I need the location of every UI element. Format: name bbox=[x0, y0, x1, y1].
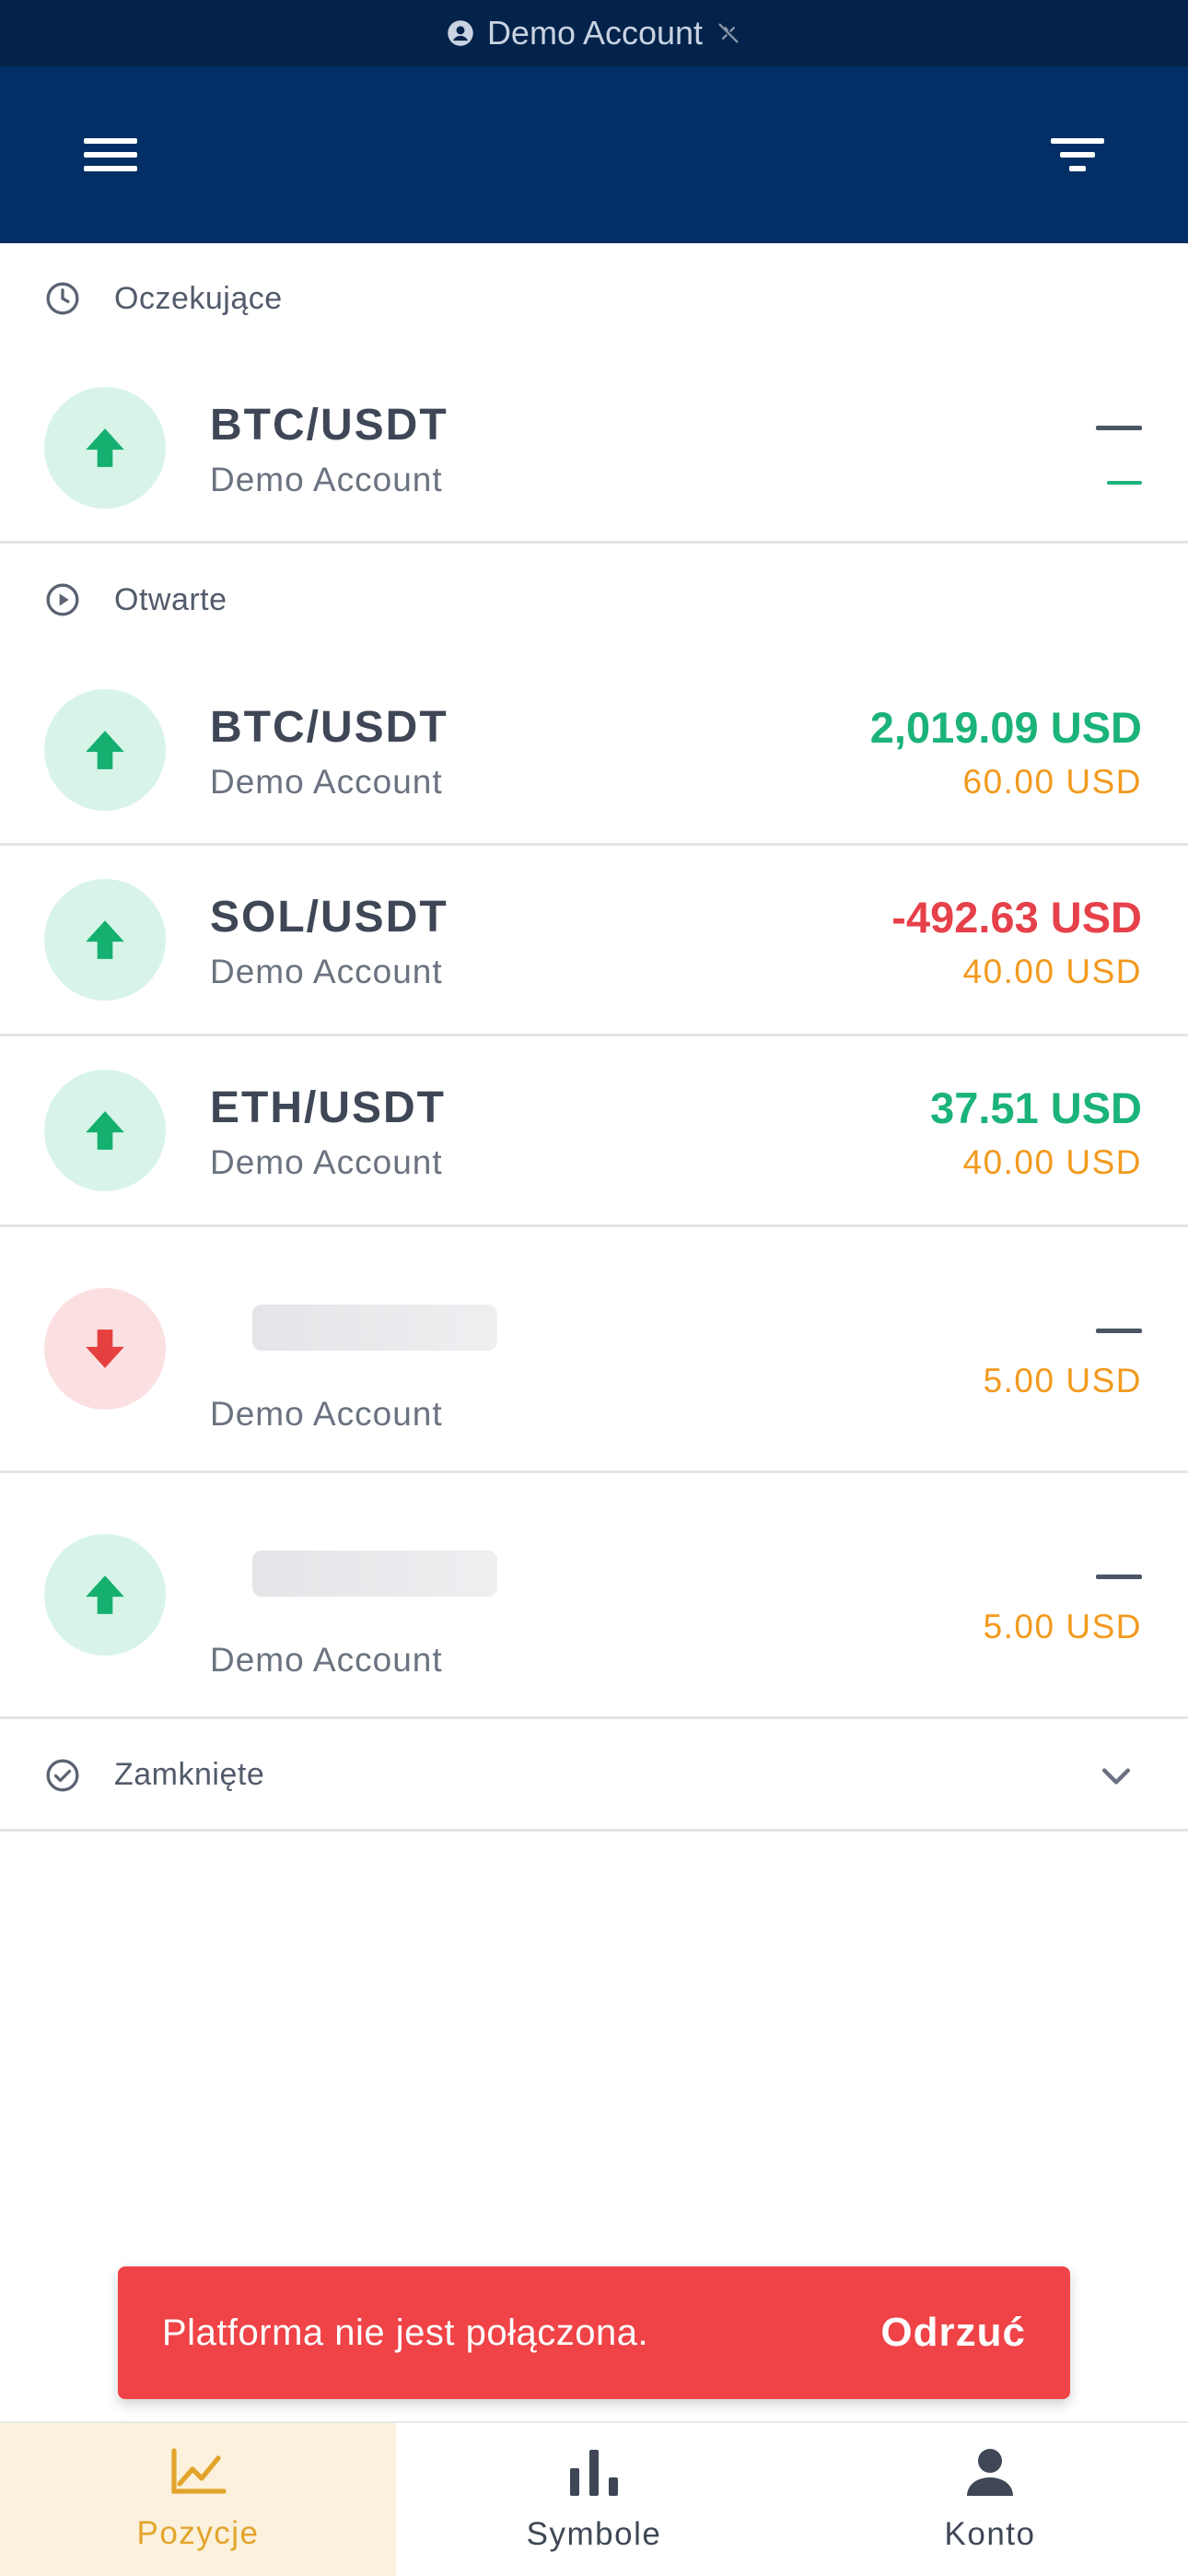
menu-button[interactable] bbox=[74, 122, 147, 188]
section-pending-title: Oczekujące bbox=[114, 280, 283, 316]
person-icon bbox=[967, 2449, 1013, 2496]
toast-message: Platforma nie jest połączona. bbox=[162, 2312, 649, 2353]
symbol-loading-skeleton bbox=[252, 1551, 497, 1597]
bar-chart-icon bbox=[570, 2450, 618, 2496]
pnl-placeholder-dash bbox=[1096, 426, 1142, 430]
position-row[interactable]: BTC/USDT Demo Account bbox=[0, 352, 1188, 544]
section-pending-header: Oczekujące bbox=[0, 245, 1188, 352]
section-closed-title: Zamknięte bbox=[114, 1757, 265, 1792]
position-margin: 60.00 USD bbox=[962, 763, 1142, 801]
position-margin: 5.00 USD bbox=[983, 1362, 1142, 1399]
position-row[interactable]: ETH/USDT Demo Account 37.51 USD 40.00 US… bbox=[0, 1036, 1188, 1227]
position-margin: 40.00 USD bbox=[962, 1143, 1142, 1181]
position-margin: 5.00 USD bbox=[983, 1608, 1142, 1645]
demo-account-status-bar: Demo Account bbox=[0, 0, 1188, 66]
tab-label: Konto bbox=[944, 2516, 1036, 2552]
tab-account[interactable]: Konto bbox=[792, 2423, 1188, 2576]
position-symbol: BTC/USDT bbox=[210, 703, 448, 752]
clock-icon bbox=[46, 282, 79, 315]
hamburger-menu-icon bbox=[84, 138, 137, 171]
app-header bbox=[0, 66, 1188, 243]
section-open-title: Otwarte bbox=[114, 581, 227, 617]
arrow-up-icon bbox=[86, 920, 124, 959]
section-open-header: Otwarte bbox=[0, 546, 1188, 653]
dismiss-button[interactable]: Odrzuć bbox=[880, 2310, 1026, 2356]
pnl-placeholder-dash bbox=[1096, 1575, 1142, 1579]
tab-positions[interactable]: Pozycje bbox=[0, 2423, 396, 2576]
arrow-up-icon bbox=[86, 731, 124, 769]
direction-badge bbox=[44, 387, 166, 509]
direction-badge bbox=[44, 879, 166, 1001]
direction-badge bbox=[44, 1534, 166, 1656]
status-account-label: Demo Account bbox=[486, 14, 704, 52]
check-circle-icon bbox=[46, 1759, 79, 1791]
position-margin: 40.00 USD bbox=[962, 953, 1142, 990]
position-symbol: ETH/USDT bbox=[210, 1083, 446, 1132]
position-symbol: BTC/USDT bbox=[210, 401, 448, 450]
position-account: Demo Account bbox=[210, 763, 443, 801]
symbol-loading-skeleton bbox=[252, 1305, 497, 1351]
position-account: Demo Account bbox=[210, 1395, 443, 1433]
position-pnl: 37.51 USD bbox=[930, 1083, 1142, 1132]
position-pnl: 2,019.09 USD bbox=[869, 703, 1142, 752]
position-row[interactable]: Demo Account 5.00 USD bbox=[0, 1473, 1188, 1719]
chevron-down-icon[interactable] bbox=[1096, 1756, 1136, 1797]
direction-badge bbox=[44, 1070, 166, 1191]
position-symbol: SOL/USDT bbox=[210, 893, 448, 942]
position-row[interactable]: SOL/USDT Demo Account -492.63 USD 40.00 … bbox=[0, 846, 1188, 1036]
position-row[interactable]: Demo Account 5.00 USD bbox=[0, 1227, 1188, 1473]
position-row[interactable]: BTC/USDT Demo Account 2,019.09 USD 60.00… bbox=[0, 654, 1188, 846]
arrow-down-icon bbox=[86, 1329, 124, 1368]
tab-label: Symbole bbox=[526, 2516, 662, 2552]
filter-icon bbox=[1051, 138, 1104, 171]
connection-error-toast: Platforma nie jest połączona. Odrzuć bbox=[118, 2266, 1070, 2399]
pnl-placeholder-dash bbox=[1096, 1329, 1142, 1333]
position-pnl: -492.63 USD bbox=[891, 893, 1142, 942]
disconnected-icon bbox=[718, 23, 739, 43]
arrow-up-icon bbox=[86, 1111, 124, 1150]
arrow-up-icon bbox=[86, 1575, 124, 1614]
arrow-up-icon bbox=[86, 428, 124, 467]
direction-badge bbox=[44, 689, 166, 811]
section-closed-header[interactable]: Zamknięte bbox=[0, 1721, 1188, 1832]
user-circle-icon bbox=[448, 20, 473, 46]
line-chart-icon bbox=[171, 2448, 227, 2494]
tab-label: Pozycje bbox=[136, 2515, 260, 2551]
bottom-navigation: Pozycje Symbole Konto bbox=[0, 2421, 1188, 2576]
position-account: Demo Account bbox=[210, 1641, 443, 1679]
play-circle-icon bbox=[46, 583, 79, 616]
filter-button[interactable] bbox=[1041, 122, 1114, 188]
margin-placeholder-dash bbox=[1107, 481, 1142, 485]
position-account: Demo Account bbox=[210, 953, 443, 990]
direction-badge bbox=[44, 1288, 166, 1410]
position-account: Demo Account bbox=[210, 1143, 443, 1181]
tab-symbols[interactable]: Symbole bbox=[396, 2423, 792, 2576]
position-account: Demo Account bbox=[210, 461, 443, 498]
